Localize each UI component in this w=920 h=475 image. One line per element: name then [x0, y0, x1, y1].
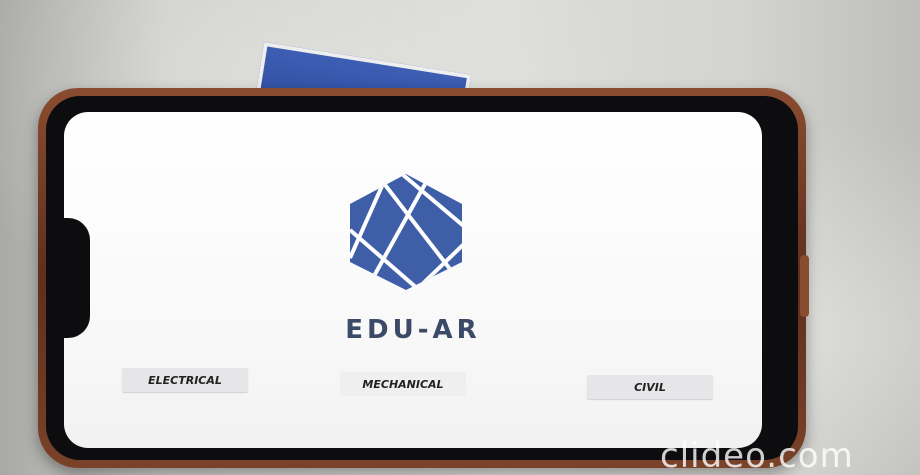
phone-camera-notch [50, 218, 90, 338]
app-screen: EDU-AR ELECTRICAL MECHANICAL CIVIL [64, 112, 762, 448]
app-title: EDU-AR [345, 315, 481, 345]
civil-button[interactable]: CIVIL [587, 375, 713, 399]
mechanical-button[interactable]: MECHANICAL [340, 372, 466, 396]
hexagon-logo-icon [350, 174, 462, 290]
electrical-button[interactable]: ELECTRICAL [122, 368, 248, 392]
phone-side-button [800, 255, 809, 317]
camera-scene: EDU-AR ELECTRICAL MECHANICAL CIVIL clide… [0, 0, 920, 475]
watermark: clideo.com [660, 436, 854, 475]
